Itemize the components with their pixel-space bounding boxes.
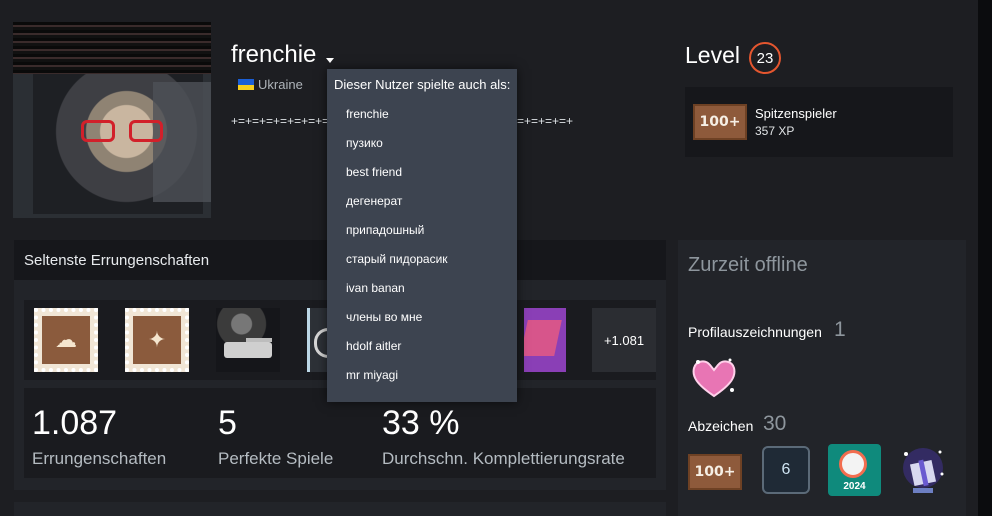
achievement-icon-partial[interactable] xyxy=(307,308,331,372)
avatar[interactable] xyxy=(13,22,211,218)
stat-achievements-label: Errungenschaften xyxy=(32,449,167,468)
scrollbar-gutter xyxy=(978,0,992,516)
profile-summary-right: =+=+=+=+ xyxy=(517,114,574,128)
wings-stamp-icon[interactable]: ✦ xyxy=(125,308,189,372)
alias-item: члены во мне xyxy=(346,310,423,324)
alias-item: ivan banan xyxy=(346,281,405,295)
profile-awards-count[interactable]: 1 xyxy=(834,318,846,342)
game-badge-icon[interactable]: 6 xyxy=(762,446,810,494)
alias-dropdown-header: Dieser Nutzer spielte auch als: xyxy=(334,77,511,92)
badges-count[interactable]: 30 xyxy=(763,412,786,436)
alias-item: пузико xyxy=(346,136,383,150)
xp-value: 357 XP xyxy=(755,124,795,138)
caret-down-icon[interactable] xyxy=(326,58,334,63)
badge-year-label: 2024 xyxy=(843,481,866,492)
alias-dropdown: Dieser Nutzer spielte auch als: frenchie… xyxy=(327,69,517,402)
stat-achievements-value: 1.087 xyxy=(32,404,118,442)
country-label: Ukraine xyxy=(258,77,303,92)
level-badge: 23 xyxy=(749,42,781,74)
profile-awards-label[interactable]: Profilauszeichnungen xyxy=(688,324,822,340)
alias-item: best friend xyxy=(346,165,403,179)
alias-item: дегенерат xyxy=(346,194,403,208)
alias-item: припадошный xyxy=(346,223,425,237)
stat-completion-label: Durchschn. Komplettierungsrate xyxy=(382,449,625,468)
username[interactable]: frenchie xyxy=(231,41,316,69)
badges-label[interactable]: Abzeichen xyxy=(688,418,753,434)
tank-icon[interactable] xyxy=(216,308,280,372)
avatar-glasses xyxy=(81,120,167,144)
steam-2024-icon[interactable]: 2024 xyxy=(828,444,881,496)
xp-badge-title: Spitzenspieler xyxy=(755,106,837,121)
alias-item: старый пидорасик xyxy=(346,252,448,266)
achievement-icon-partial-pink[interactable] xyxy=(524,308,566,372)
next-panel xyxy=(14,502,666,516)
ukraine-flag-icon xyxy=(238,79,254,90)
stat-perfect-label: Perfekte Spiele xyxy=(218,449,334,468)
stat-perfect-value: 5 xyxy=(218,404,237,442)
level-label: Level xyxy=(685,42,740,68)
profile-sidebar: Zurzeit offline Profilauszeichnungen 1 A… xyxy=(678,240,966,516)
badge-100-icon[interactable]: 100+ xyxy=(688,454,742,490)
achievements-title[interactable]: Seltenste Errungenschaften xyxy=(24,252,209,269)
stat-completion-value: 33 % xyxy=(382,404,460,442)
gift-badge-icon[interactable] xyxy=(898,444,948,496)
level-xp-box[interactable]: 100+ Spitzenspieler 357 XP xyxy=(685,87,953,157)
online-status: Zurzeit offline xyxy=(688,254,808,276)
more-achievements-button[interactable]: +1.081 xyxy=(592,308,656,372)
avatar-frame-blinds xyxy=(13,22,211,74)
alias-item: frenchie xyxy=(346,107,389,121)
profile-summary-left: +=+=+=+=+=+=+=+=+=+ xyxy=(231,114,327,128)
alias-item: hdolf aitler xyxy=(346,339,402,353)
badge-100-icon: 100+ xyxy=(693,104,747,140)
nuke-stamp-icon[interactable]: ☁ xyxy=(34,308,98,372)
alias-item: mr miyagi xyxy=(346,368,399,382)
heart-award-icon[interactable] xyxy=(690,356,738,400)
